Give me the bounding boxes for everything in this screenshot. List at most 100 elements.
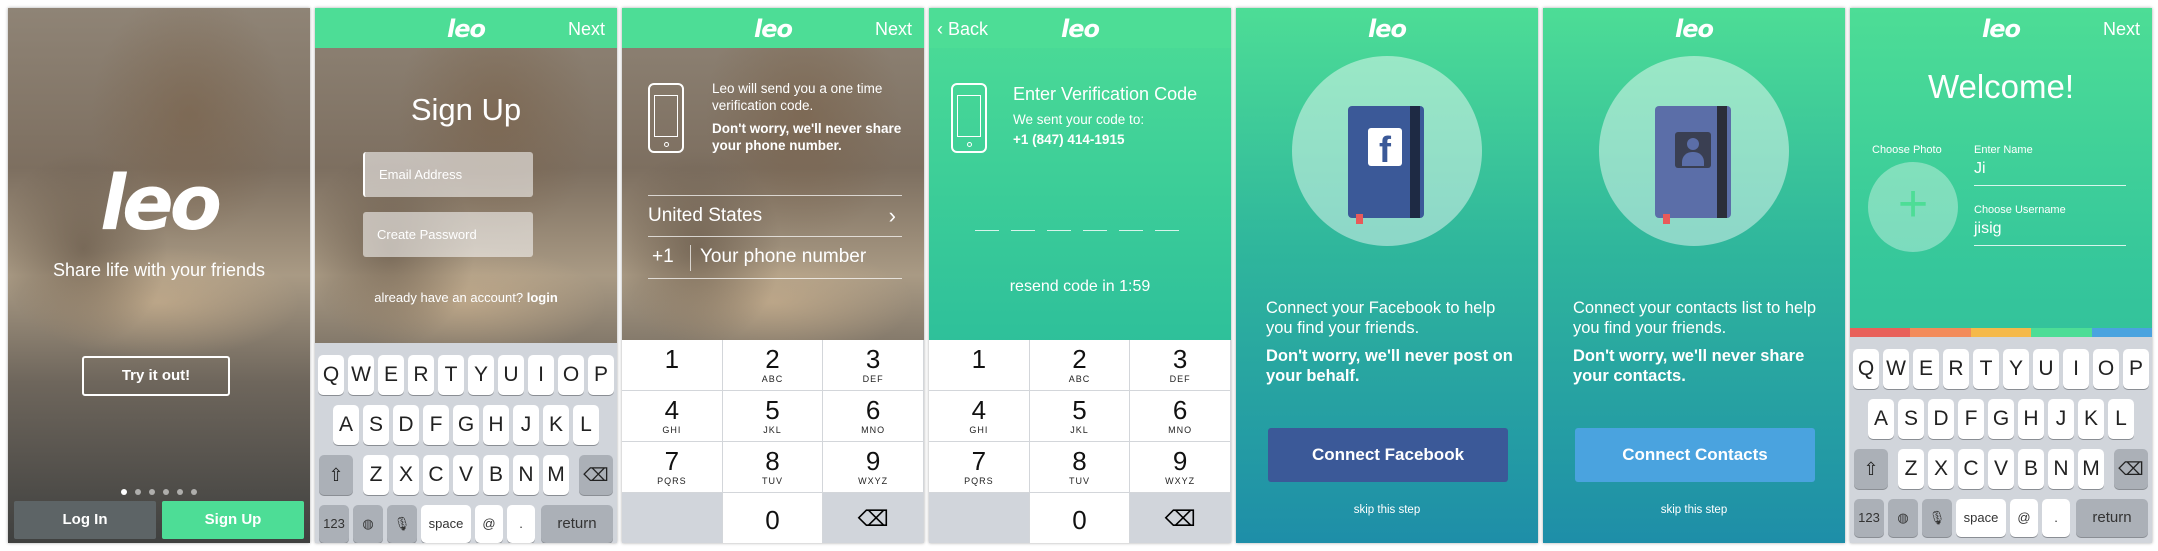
numpad-key-9[interactable]: 9 WXYZ xyxy=(1130,442,1231,493)
key-r[interactable]: R xyxy=(1943,349,1969,389)
key-t[interactable]: T xyxy=(1973,349,1999,389)
numpad-key-6[interactable]: 6 MNO xyxy=(1130,391,1231,442)
key-dot[interactable]: . xyxy=(2042,499,2070,537)
numpad-key-4[interactable]: 4 GHI xyxy=(929,391,1030,442)
numpad-key-7[interactable]: 7 PQRS xyxy=(929,442,1030,493)
key-r[interactable]: R xyxy=(408,355,434,395)
key-e[interactable]: E xyxy=(1913,349,1939,389)
key-s[interactable]: S xyxy=(1898,399,1924,439)
numpad-key-0[interactable]: 0 xyxy=(1030,493,1131,543)
key-w[interactable]: W xyxy=(1883,349,1909,389)
key-y[interactable]: Y xyxy=(468,355,494,395)
choose-photo-button[interactable]: + xyxy=(1868,162,1958,252)
next-button[interactable]: Next xyxy=(2103,19,2140,40)
key-a[interactable]: A xyxy=(1868,399,1894,439)
key-m[interactable]: M xyxy=(543,455,569,495)
shift-key[interactable]: ⇧ xyxy=(1854,449,1888,489)
email-field[interactable]: Email Address xyxy=(363,152,533,197)
key-t[interactable]: T xyxy=(438,355,464,395)
numpad-key-2[interactable]: 2 ABC xyxy=(722,340,824,391)
password-field[interactable]: Create Password xyxy=(363,212,533,257)
login-link[interactable]: login xyxy=(527,290,558,305)
key-y[interactable]: Y xyxy=(2003,349,2029,389)
key-123[interactable]: 123 xyxy=(1854,499,1884,537)
key-h[interactable]: H xyxy=(483,405,509,445)
numpad-key-8[interactable]: 8 TUV xyxy=(1029,442,1131,493)
numpad-key-7[interactable]: 7 PQRS xyxy=(622,442,723,493)
key-at[interactable]: @ xyxy=(2010,499,2038,537)
space-key[interactable]: space xyxy=(1956,499,2006,537)
numpad-key-2[interactable]: 2 ABC xyxy=(1029,340,1131,391)
key-dot[interactable]: . xyxy=(507,505,535,543)
numpad-key-1[interactable]: 1 xyxy=(929,340,1030,391)
numpad-key-9[interactable]: 9 WXYZ xyxy=(823,442,924,493)
connect-facebook-button[interactable]: Connect Facebook xyxy=(1268,428,1508,482)
key-b[interactable]: B xyxy=(2018,449,2044,489)
key-d[interactable]: D xyxy=(393,405,419,445)
delete-icon[interactable]: ⌫ xyxy=(823,493,924,543)
key-v[interactable]: V xyxy=(1988,449,2014,489)
space-key[interactable]: space xyxy=(421,505,471,543)
numpad-key-1[interactable]: 1 xyxy=(622,340,723,391)
login-button[interactable]: Log In xyxy=(14,501,156,539)
key-z[interactable]: Z xyxy=(1898,449,1924,489)
connect-contacts-button[interactable]: Connect Contacts xyxy=(1575,428,1815,482)
next-button[interactable]: Next xyxy=(568,19,605,40)
key-u[interactable]: U xyxy=(498,355,524,395)
numpad-key-4[interactable]: 4 GHI xyxy=(622,391,723,442)
numpad-key-3[interactable]: 3 DEF xyxy=(823,340,924,391)
microphone-icon[interactable]: 🎙 xyxy=(387,505,417,543)
country-select[interactable]: United States › xyxy=(648,195,902,237)
key-k[interactable]: K xyxy=(2078,399,2104,439)
key-j[interactable]: J xyxy=(2048,399,2074,439)
phone-input[interactable]: Your phone number xyxy=(700,237,866,277)
key-s[interactable]: S xyxy=(363,405,389,445)
key-q[interactable]: Q xyxy=(318,355,344,395)
numpad-key-3[interactable]: 3 DEF xyxy=(1130,340,1231,391)
globe-icon[interactable]: ◍ xyxy=(353,505,383,543)
key-v[interactable]: V xyxy=(453,455,479,495)
return-key[interactable]: return xyxy=(541,505,613,543)
key-p[interactable]: P xyxy=(2123,349,2149,389)
username-input[interactable]: jisig xyxy=(1974,220,2126,246)
key-k[interactable]: K xyxy=(543,405,569,445)
backspace-key[interactable]: ⌫ xyxy=(2114,449,2148,489)
globe-icon[interactable]: ◍ xyxy=(1888,499,1918,537)
key-g[interactable]: G xyxy=(453,405,479,445)
try-it-out-button[interactable]: Try it out! xyxy=(82,356,230,396)
key-z[interactable]: Z xyxy=(363,455,389,495)
key-i[interactable]: I xyxy=(2063,349,2089,389)
key-j[interactable]: J xyxy=(513,405,539,445)
name-input[interactable]: Ji xyxy=(1974,160,2126,186)
key-g[interactable]: G xyxy=(1988,399,2014,439)
key-l[interactable]: L xyxy=(2108,399,2134,439)
next-button[interactable]: Next xyxy=(875,19,912,40)
key-u[interactable]: U xyxy=(2033,349,2059,389)
key-a[interactable]: A xyxy=(333,405,359,445)
key-c[interactable]: C xyxy=(423,455,449,495)
delete-icon[interactable]: ⌫ xyxy=(1130,493,1231,543)
key-c[interactable]: C xyxy=(1958,449,1984,489)
key-f[interactable]: F xyxy=(1958,399,1984,439)
numpad-key-8[interactable]: 8 TUV xyxy=(722,442,824,493)
key-x[interactable]: X xyxy=(1928,449,1954,489)
numpad-key-0[interactable]: 0 xyxy=(723,493,824,543)
key-i[interactable]: I xyxy=(528,355,554,395)
key-d[interactable]: D xyxy=(1928,399,1954,439)
key-n[interactable]: N xyxy=(2048,449,2074,489)
key-o[interactable]: O xyxy=(2093,349,2119,389)
key-p[interactable]: P xyxy=(588,355,614,395)
key-123[interactable]: 123 xyxy=(319,505,349,543)
numpad-key-5[interactable]: 5 JKL xyxy=(1029,391,1131,442)
skip-link[interactable]: skip this step xyxy=(1236,504,1538,516)
numpad-key-5[interactable]: 5 JKL xyxy=(722,391,824,442)
shift-key[interactable]: ⇧ xyxy=(319,455,353,495)
key-f[interactable]: F xyxy=(423,405,449,445)
key-x[interactable]: X xyxy=(393,455,419,495)
key-at[interactable]: @ xyxy=(475,505,503,543)
key-o[interactable]: O xyxy=(558,355,584,395)
signup-button[interactable]: Sign Up xyxy=(162,501,304,539)
numpad-key-6[interactable]: 6 MNO xyxy=(823,391,924,442)
code-input[interactable] xyxy=(975,230,1185,232)
skip-link[interactable]: skip this step xyxy=(1543,504,1845,516)
